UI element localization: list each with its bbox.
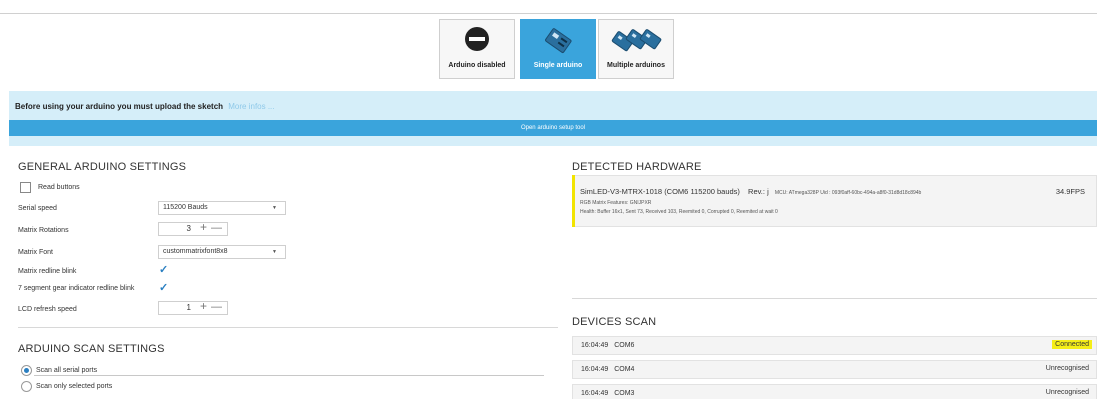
minus-icon[interactable]: — — [211, 301, 222, 313]
table-row[interactable]: 16:04:49 COM3 Unrecognised — [572, 384, 1097, 399]
matrix-rotations-value: 3 — [186, 224, 191, 233]
matrix-redline-label: Matrix redline blink — [18, 268, 77, 275]
matrix-font-select[interactable]: custommatrixfont8x8 ▼ — [158, 245, 286, 259]
serial-speed-select[interactable]: 115200 Bauds ▼ — [158, 201, 286, 215]
single-arduino-label: Single arduino — [533, 62, 583, 69]
scan-time: 16:04:49 — [581, 366, 609, 373]
scan-port: COM3 — [614, 390, 635, 397]
general-settings-title: GENERAL ARDUINO SETTINGS — [18, 161, 187, 173]
serial-speed-label: Serial speed — [18, 205, 57, 212]
matrix-redline-checkbox[interactable]: ✓ — [159, 265, 170, 276]
matrix-rotations-label: Matrix Rotations — [18, 227, 69, 234]
matrix-font-label: Matrix Font — [18, 249, 54, 256]
scan-time: 16:04:49 — [581, 390, 609, 397]
scan-selected-ports-radio[interactable] — [21, 381, 32, 392]
scan-time: 16:04:49 — [581, 342, 609, 349]
status-badge: Connected — [1052, 340, 1092, 349]
banner-message-text: Before using your arduino you must uploa… — [15, 102, 224, 111]
section-divider — [18, 327, 558, 328]
lcd-refresh-value: 1 — [186, 303, 191, 312]
gear-redline-label: 7 segment gear indicator redline blink — [18, 285, 135, 292]
sketch-banner — [9, 91, 1097, 146]
scan-entry: 16:04:49 COM6 — [581, 342, 634, 349]
status-badge: Unrecognised — [1045, 365, 1089, 372]
matrix-font-value: custommatrixfont8x8 — [163, 248, 228, 255]
more-infos-link[interactable]: More infos ... — [228, 102, 274, 111]
chevron-down-icon: ▼ — [272, 249, 277, 255]
scan-all-ports-label: Scan all serial ports — [36, 367, 98, 374]
gear-redline-checkbox[interactable]: ✓ — [159, 283, 170, 294]
matrix-rotations-stepper[interactable]: 3 + — — [158, 221, 228, 236]
plus-icon[interactable]: + — [200, 221, 207, 233]
hardware-accent — [572, 175, 575, 227]
scan-settings-title: ARDUINO SCAN SETTINGS — [18, 343, 165, 355]
hardware-name: SimLED-V3-MTRX-1018 (COM6 115200 bauds) … — [580, 187, 921, 196]
serial-speed-value: 115200 Bauds — [163, 204, 208, 211]
multiple-arduinos-label: Multiple arduinos — [607, 62, 665, 69]
arduino-disabled-label: Arduino disabled — [448, 62, 506, 69]
hardware-fps: 34.9FPS — [1055, 187, 1085, 196]
scan-all-ports-radio[interactable] — [21, 365, 32, 376]
selection-outline — [34, 375, 544, 376]
scan-port: COM6 — [614, 342, 635, 349]
table-row[interactable]: 16:04:49 COM6 Connected — [572, 336, 1097, 355]
hardware-features: RGB Matrix Features: GNIJPXR — [580, 200, 652, 206]
multiple-arduinos-button[interactable]: Multiple arduinos — [598, 19, 674, 79]
scan-entry: 16:04:49 COM4 — [581, 366, 634, 373]
detected-hardware-title: DETECTED HARDWARE — [572, 161, 702, 173]
top-divider — [0, 13, 1097, 14]
lcd-refresh-label: LCD refresh speed — [18, 306, 77, 313]
table-row[interactable]: 16:04:49 COM4 Unrecognised — [572, 360, 1097, 379]
scan-entry: 16:04:49 COM3 — [581, 390, 634, 397]
arduino-disabled-button[interactable]: Arduino disabled — [439, 19, 515, 79]
read-buttons-label: Read buttons — [38, 184, 80, 191]
arduino-board-icon — [545, 28, 572, 53]
open-setup-tool-button[interactable]: Open arduino setup tool — [9, 120, 1097, 136]
lcd-refresh-stepper[interactable]: 1 + — — [158, 300, 228, 315]
no-entry-icon — [465, 27, 489, 51]
scan-selected-ports-label: Scan only selected ports — [36, 383, 113, 390]
plus-icon[interactable]: + — [200, 300, 207, 312]
hardware-health: Health: Buffer 16x1, Sent 73, Received 1… — [580, 209, 778, 215]
chevron-down-icon: ▼ — [272, 205, 277, 211]
hardware-mcu: MCU: ATmega328P Uid : 093f0aff-60bc-494a… — [774, 190, 922, 196]
arduino-boards-icon — [611, 29, 662, 52]
hardware-device-name: SimLED-V3-MTRX-1018 (COM6 115200 bauds) — [580, 187, 740, 196]
banner-message: Before using your arduino you must uploa… — [15, 102, 275, 111]
scan-port: COM4 — [614, 366, 635, 373]
hardware-rev: Rev.: j — [748, 187, 769, 196]
status-badge: Unrecognised — [1045, 389, 1089, 396]
read-buttons-checkbox[interactable] — [20, 182, 31, 193]
section-divider — [572, 298, 1097, 299]
devices-scan-title: DEVICES SCAN — [572, 316, 657, 328]
minus-icon[interactable]: — — [211, 222, 222, 234]
single-arduino-button[interactable]: Single arduino — [520, 19, 596, 79]
